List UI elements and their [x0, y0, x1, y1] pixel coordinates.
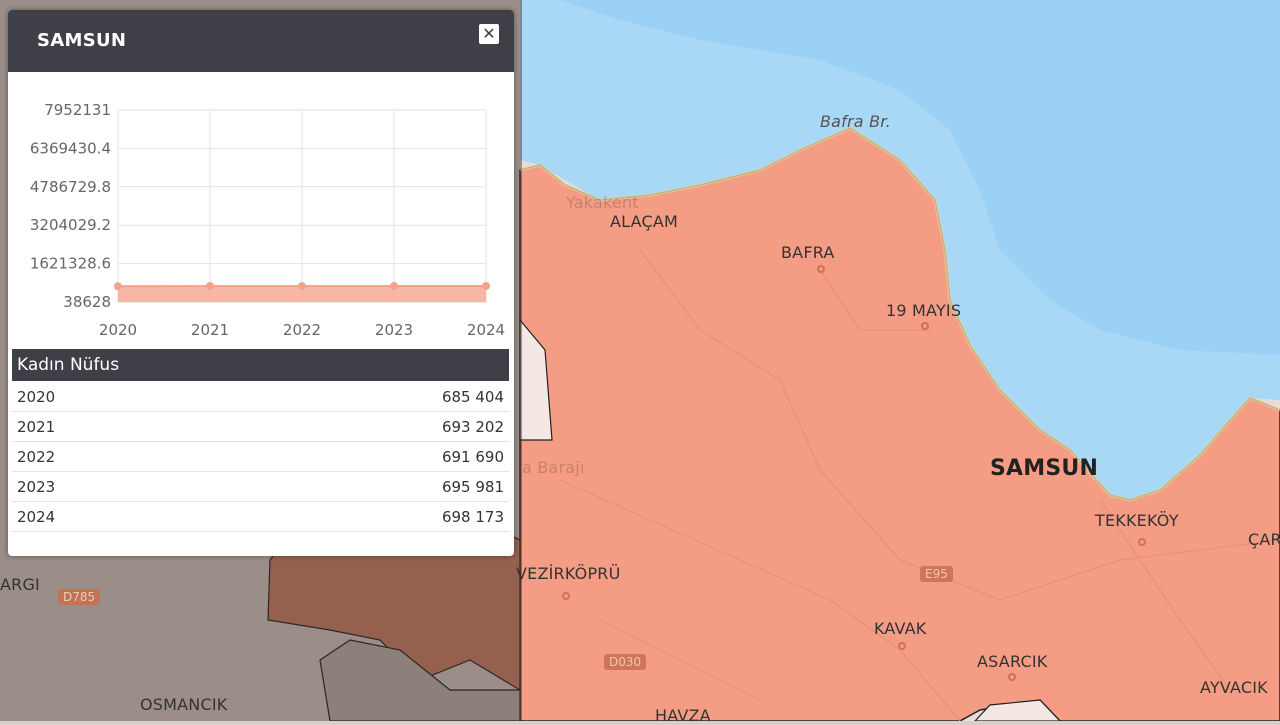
town-marker	[921, 322, 929, 330]
table-row: 2024 698 173	[12, 502, 509, 532]
map-label-samsun: SAMSUN	[990, 456, 1098, 481]
table-row: 2020 685 404	[12, 382, 509, 412]
row-year: 2020	[17, 388, 55, 406]
map-label-asarcik: ASARCIK	[977, 652, 1047, 671]
population-table: 2020 685 404 2021 693 202 2022 691 690 2023 695…	[12, 382, 509, 532]
popup-header: SAMSUN ✕	[8, 10, 514, 72]
map-label-argi: ARGI	[0, 575, 40, 594]
data-point	[298, 282, 306, 290]
row-value: 693 202	[442, 418, 504, 436]
town-marker	[562, 592, 570, 600]
row-year: 2024	[17, 508, 55, 526]
town-marker	[898, 642, 906, 650]
chart-svg: 7952131 6369430.4 4786729.8 3204029.2 162132…	[8, 72, 514, 348]
x-tick-label: 2022	[283, 321, 321, 339]
y-tick-label: 4786729.8	[30, 178, 111, 196]
town-marker	[1138, 538, 1146, 546]
y-tick-label: 6369430.4	[30, 139, 111, 157]
y-tick-label: 7952131	[44, 101, 111, 119]
map-label-bafra-br: Bafra Br.	[820, 112, 891, 131]
road-badge-d030: D030	[604, 654, 646, 670]
data-point	[206, 282, 214, 290]
map-label-alacam: ALAÇAM	[610, 212, 678, 231]
row-year: 2023	[17, 478, 55, 496]
x-tick-label: 2023	[375, 321, 413, 339]
data-point	[482, 282, 490, 290]
road-badge-e95: E95	[920, 566, 953, 582]
row-year: 2021	[17, 418, 55, 436]
province-info-popup: SAMSUN ✕ 7952131 6369430.4 4786729.8 320402…	[8, 10, 514, 556]
town-marker	[817, 265, 825, 273]
data-point	[114, 282, 122, 290]
x-tick-label: 2024	[467, 321, 505, 339]
map-label-havza: HAVZA	[655, 706, 711, 725]
map-label-19-mayis: 19 MAYIS	[886, 301, 961, 320]
row-value: 685 404	[442, 388, 504, 406]
table-title: Kadın Nüfus	[12, 349, 509, 381]
road-badge-d785: D785	[58, 589, 100, 605]
map-label-bafra: BAFRA	[781, 243, 835, 262]
data-point	[390, 282, 398, 290]
row-value: 695 981	[442, 478, 504, 496]
popup-title: SAMSUN	[37, 30, 126, 51]
map-label-ayvacik: AYVACIK	[1200, 678, 1268, 697]
row-value: 698 173	[442, 508, 504, 526]
table-row: 2023 695 981	[12, 472, 509, 502]
y-tick-label: 38628	[63, 293, 111, 311]
map-label-osmancik: OSMANCIK	[140, 695, 227, 714]
map-label-yakakent: Yakakent	[566, 193, 639, 212]
x-tick-label: 2020	[99, 321, 137, 339]
table-row: 2021 693 202	[12, 412, 509, 442]
map-label-car: ÇAR	[1248, 530, 1280, 549]
map-label-kavak: KAVAK	[874, 619, 927, 638]
map-label-baraj: a Barajı	[522, 458, 585, 477]
population-chart: 7952131 6369430.4 4786729.8 3204029.2 162132…	[8, 72, 514, 348]
table-row: 2022 691 690	[12, 442, 509, 472]
map-label-vezirkopru: VEZİRKÖPRÜ	[516, 564, 621, 583]
y-tick-label: 1621328.6	[30, 255, 111, 273]
town-marker	[1008, 673, 1016, 681]
row-value: 691 690	[442, 448, 504, 466]
map-label-tekkekoy: TEKKEKÖY	[1095, 511, 1179, 530]
close-icon[interactable]: ✕	[479, 24, 499, 44]
x-tick-label: 2021	[191, 321, 229, 339]
y-tick-label: 3204029.2	[30, 216, 111, 234]
row-year: 2022	[17, 448, 55, 466]
